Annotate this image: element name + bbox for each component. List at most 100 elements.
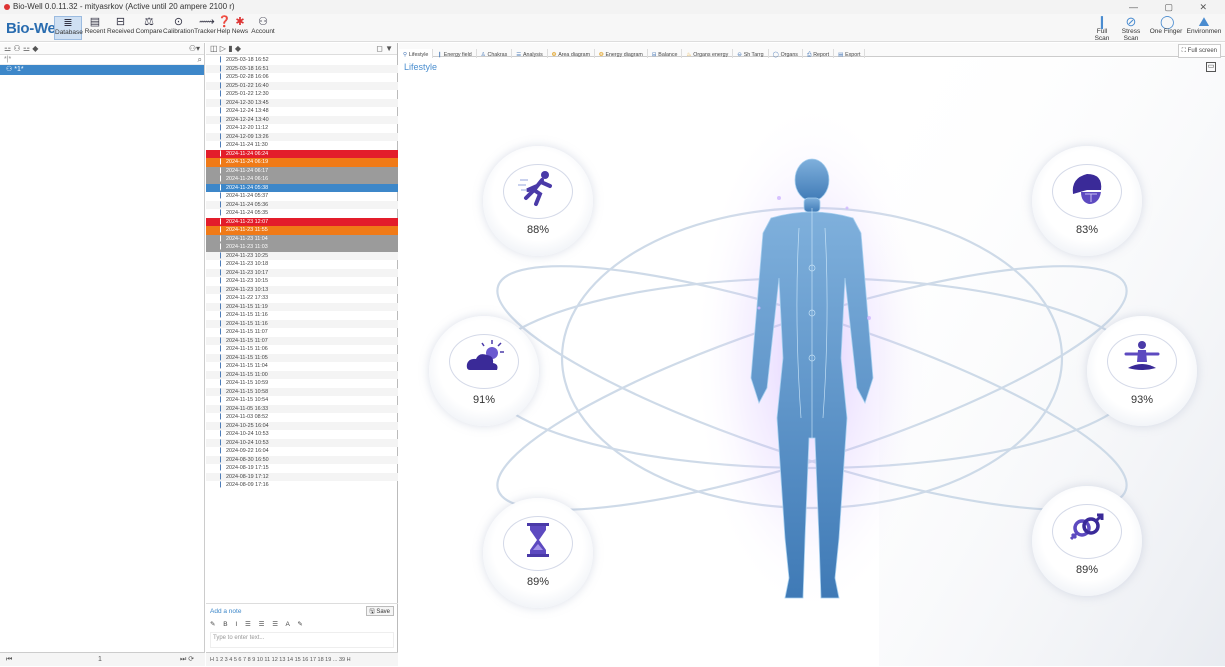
session-row[interactable]: ❙ 2024-11-15 11:05 <box>206 353 398 362</box>
search-icon[interactable]: ⌕ <box>198 55 202 65</box>
session-row[interactable]: ❙ 2024-11-23 10:15 <box>206 277 398 286</box>
session-row[interactable]: ❙ 2024-12-09 13:26 <box>206 132 398 141</box>
session-row[interactable]: ❙ 2024-11-24 05:35 <box>206 209 398 218</box>
edit-person-icon[interactable]: ⚍ <box>23 44 30 53</box>
session-row[interactable]: ❙ 2024-11-24 05:38 <box>206 183 398 192</box>
stress-scan-button[interactable]: ⊘ Stress Scan <box>1115 15 1147 42</box>
first-page-icon[interactable]: ⏮ <box>6 653 12 667</box>
lifestyle-card-running[interactable]: 88% <box>483 146 593 256</box>
session-row[interactable]: ❙ 2024-11-15 11:06 <box>206 345 398 354</box>
tag-icon[interactable]: ◆ <box>235 44 241 53</box>
person-row-selected[interactable]: ⚇ *1* <box>0 65 204 75</box>
session-row[interactable]: ❙ 2024-11-24 11:30 <box>206 141 398 150</box>
session-row[interactable]: ❙ 2024-11-24 06:16 <box>206 175 398 184</box>
session-row[interactable]: ❙ 2024-11-23 10:17 <box>206 268 398 277</box>
ribbon-tracker-button[interactable]: ⟿ Tracker <box>194 16 216 40</box>
lifestyle-card-nutrition[interactable]: 83% <box>1032 146 1142 256</box>
expand-icon[interactable]: ▭ <box>1206 62 1216 72</box>
session-row[interactable]: ❙ 2024-08-19 17:15 <box>206 464 398 473</box>
session-row[interactable]: ❙ 2024-11-23 10:18 <box>206 260 398 269</box>
full-screen-button[interactable]: ⛶ Full screen <box>1177 44 1221 58</box>
session-row[interactable]: ❙ 2024-08-19 17:12 <box>206 472 398 481</box>
save-note-button[interactable]: 🖫 Save <box>365 606 394 616</box>
people-search[interactable]: *|* ⌕ <box>0 55 204 65</box>
finger-icon: ❙ <box>218 465 224 471</box>
session-row[interactable]: ❙ 2024-11-15 10:58 <box>206 387 398 396</box>
session-row[interactable]: ❙ 2024-11-23 10:25 <box>206 251 398 260</box>
session-row[interactable]: ❙ 2024-08-09 17:16 <box>206 481 398 490</box>
window-controls[interactable]: — ▢ ✕ <box>1129 0 1219 14</box>
session-row[interactable]: ❙ 2024-11-24 05:37 <box>206 192 398 201</box>
lifestyle-card-relationship[interactable]: 89% <box>1032 486 1142 596</box>
add-group-icon[interactable]: ⚇ <box>13 44 20 53</box>
session-row[interactable]: ❙ 2025-01-22 12:30 <box>206 90 398 99</box>
ribbon-account-button[interactable]: ⚇ Account <box>249 16 277 40</box>
view-icon[interactable]: ◫ <box>210 44 218 53</box>
finger-icon: ❙ <box>218 244 224 250</box>
session-row[interactable]: ❙ 2024-11-22 17:33 <box>206 294 398 303</box>
session-row[interactable]: ❙ 2024-11-24 06:19 <box>206 158 398 167</box>
session-row[interactable]: ❙ 2025-01-22 16:40 <box>206 81 398 90</box>
session-pager[interactable]: H 1 2 3 4 5 6 7 8 9 10 11 12 13 14 15 16… <box>206 652 398 666</box>
ribbon-news-button[interactable]: ✱ News <box>231 16 249 40</box>
session-row[interactable]: ❙ 2024-11-15 10:54 <box>206 396 398 405</box>
tag-icon[interactable]: ◆ <box>32 44 38 53</box>
lifestyle-card-time[interactable]: 89% <box>483 498 593 608</box>
last-page-icon[interactable]: ⏭ ⟳ <box>180 653 194 667</box>
lifestyle-card-weather[interactable]: 91% <box>429 316 539 426</box>
ribbon-database-button[interactable]: ≣ Database <box>54 16 83 40</box>
session-timestamp: 2024-10-24 10:53 <box>226 439 269 446</box>
note-input[interactable]: Type to enter text... <box>210 632 394 648</box>
session-row[interactable]: ❙ 2024-12-20 11:12 <box>206 124 398 133</box>
session-row[interactable]: ❙ 2024-10-24 10:53 <box>206 430 398 439</box>
session-row[interactable]: ❙ 2024-12-24 13:48 <box>206 107 398 116</box>
session-row[interactable]: ❙ 2024-11-23 12:07 <box>206 217 398 226</box>
session-row[interactable]: ❙ 2024-11-03 08:52 <box>206 413 398 422</box>
session-timestamp: 2024-11-23 10:25 <box>226 252 269 259</box>
add-person-icon[interactable]: ⚍ <box>4 44 11 53</box>
session-row[interactable]: ❙ 2024-11-15 11:19 <box>206 302 398 311</box>
ribbon-received-button[interactable]: ⊟ Received <box>107 16 134 40</box>
delete-icon[interactable]: ▮ <box>228 44 232 53</box>
session-row[interactable]: ❙ 2024-11-15 10:59 <box>206 379 398 388</box>
session-row[interactable]: ❙ 2024-12-24 13:40 <box>206 115 398 124</box>
session-row[interactable]: ❙ 2025-03-18 16:51 <box>206 64 398 73</box>
note-format-toolbar[interactable]: ✎ B I ☰ ☰ ☰ A ✎ <box>210 620 306 628</box>
session-row[interactable]: ❙ 2024-11-23 11:03 <box>206 243 398 252</box>
environment-button[interactable]: ⛰ Environmen <box>1184 16 1224 40</box>
session-row[interactable]: ❙ 2024-11-24 05:36 <box>206 200 398 209</box>
finger-icon: ❙ <box>1096 14 1108 29</box>
session-row[interactable]: ❙ 2025-03-18 16:52 <box>206 56 398 65</box>
full-scan-button[interactable]: ❙ Full Scan <box>1090 14 1114 42</box>
lifestyle-card-meditation[interactable]: 93% <box>1087 316 1197 426</box>
session-row[interactable]: ❙ 2024-10-25 16:04 <box>206 421 398 430</box>
finger-icon: ❙ <box>218 252 224 259</box>
session-row[interactable]: ❙ 2024-11-23 11:04 <box>206 234 398 243</box>
session-row[interactable]: ❙ 2024-08-30 16:50 <box>206 455 398 464</box>
session-row[interactable]: ❙ 2024-11-15 11:16 <box>206 319 398 328</box>
session-row[interactable]: ❙ 2024-11-15 11:16 <box>206 311 398 320</box>
play-icon[interactable]: ▷ <box>220 44 226 53</box>
session-row[interactable]: ❙ 2024-11-24 06:17 <box>206 166 398 175</box>
card-percent: 88% <box>526 224 550 236</box>
session-row[interactable]: ❙ 2024-11-15 11:07 <box>206 336 398 345</box>
session-row[interactable]: ❙ 2024-09-22 16:04 <box>206 447 398 456</box>
one-finger-button[interactable]: ◯ One Finger <box>1148 15 1184 40</box>
people-menu-icon[interactable]: ⚇▾ <box>189 43 200 55</box>
ribbon-compare-button[interactable]: ⚖ Compare <box>135 16 163 40</box>
ribbon-recent-button[interactable]: ▤ Recent <box>84 16 106 40</box>
filter-icon[interactable]: ◻ ▼ <box>376 43 393 55</box>
session-row[interactable]: ❙ 2024-11-15 11:04 <box>206 362 398 371</box>
add-note-link[interactable]: Add a note <box>210 608 241 615</box>
session-row[interactable]: ❙ 2024-11-24 06:24 <box>206 149 398 158</box>
session-row[interactable]: ❙ 2024-11-15 11:07 <box>206 328 398 337</box>
session-row[interactable]: ❙ 2024-12-30 13:45 <box>206 98 398 107</box>
session-row[interactable]: ❙ 2024-11-05 16:33 <box>206 404 398 413</box>
ribbon-calibration-button[interactable]: ⊙ Calibration <box>163 16 194 40</box>
session-row[interactable]: ❙ 2025-02-28 16:06 <box>206 73 398 82</box>
ribbon-help-button[interactable]: ❓ Help <box>216 16 231 40</box>
session-row[interactable]: ❙ 2024-10-24 10:53 <box>206 438 398 447</box>
session-row[interactable]: ❙ 2024-11-23 10:13 <box>206 285 398 294</box>
session-row[interactable]: ❙ 2024-11-15 11:00 <box>206 370 398 379</box>
session-row[interactable]: ❙ 2024-11-23 11:55 <box>206 226 398 235</box>
